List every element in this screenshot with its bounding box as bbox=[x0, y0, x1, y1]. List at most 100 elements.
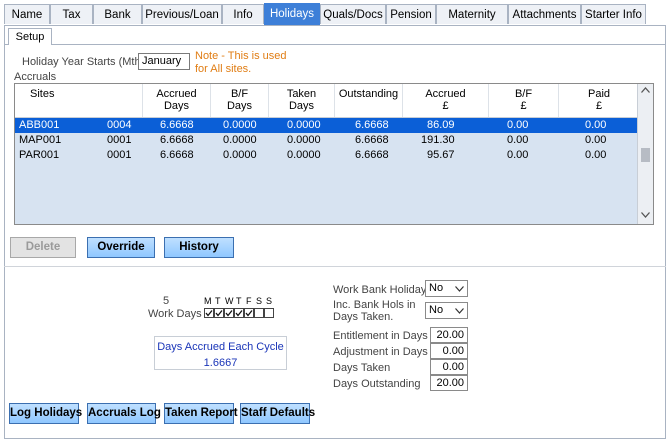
tab-tax[interactable]: Tax bbox=[50, 4, 93, 24]
subtab-setup[interactable]: Setup bbox=[8, 28, 52, 45]
col-header-line: Accrued bbox=[156, 88, 197, 100]
cell-taken-days: 0.0000 bbox=[287, 134, 321, 146]
tab-previous-loan[interactable]: Previous/Loan bbox=[142, 4, 222, 24]
cell-accrued-amount: 86.09 bbox=[427, 119, 455, 131]
history-button[interactable]: History bbox=[164, 237, 234, 258]
tab-bar: Name Tax Bank Previous/Loan Info Holiday… bbox=[4, 3, 666, 41]
day-checkbox[interactable] bbox=[244, 308, 254, 318]
col-header-line: £ bbox=[442, 100, 449, 112]
scroll-down-icon[interactable] bbox=[641, 212, 650, 218]
scroll-up-icon[interactable] bbox=[641, 87, 650, 93]
table-row[interactable]: ABB001 0004 6.6668 0.0000 0.0000 6.6668 … bbox=[15, 118, 639, 133]
cell-bf-amount: 0.00 bbox=[507, 119, 529, 131]
col-header-sites[interactable]: Sites bbox=[15, 84, 143, 117]
work-days-selector: M T W T F S S bbox=[204, 296, 280, 322]
staff-defaults-button[interactable]: Staff Defaults bbox=[240, 403, 315, 424]
col-header-accrued-amount[interactable]: Accrued £ bbox=[403, 84, 489, 117]
tab-maternity-pay[interactable]: Maternity Pay bbox=[436, 4, 508, 41]
taken-report-button[interactable]: Taken Report bbox=[164, 403, 238, 424]
cell-outstanding: 6.6668 bbox=[355, 134, 389, 146]
cell-code: 0004 bbox=[107, 119, 132, 131]
inc-bank-hols-line-1: Inc. Bank Hols in bbox=[333, 299, 416, 311]
day-checkbox[interactable] bbox=[224, 308, 234, 318]
tab-starter-info[interactable]: Starter Info bbox=[581, 4, 646, 24]
day-letter: T bbox=[215, 296, 221, 306]
tab-info[interactable]: Info bbox=[222, 4, 264, 24]
holiday-year-input[interactable]: January bbox=[138, 53, 190, 70]
cell-bf-days: 0.0000 bbox=[223, 149, 257, 161]
work-days-label: Work Days bbox=[148, 308, 202, 320]
day-checkbox[interactable] bbox=[204, 308, 214, 318]
col-header-line: Days bbox=[163, 100, 190, 112]
cell-accrued-amount: 95.67 bbox=[427, 149, 455, 161]
entitlement-field[interactable]: 20.00 bbox=[430, 327, 468, 343]
days-taken-field[interactable]: 0.00 bbox=[430, 359, 468, 375]
cell-taken-days: 0.0000 bbox=[287, 149, 321, 161]
cell-outstanding: 6.6668 bbox=[355, 149, 389, 161]
day-checkbox[interactable] bbox=[264, 308, 274, 318]
cell-paid-amount: 0.00 bbox=[585, 134, 607, 146]
tab-attachments[interactable]: Attachments bbox=[508, 4, 581, 24]
days-taken-label: Days Taken bbox=[333, 362, 391, 374]
cell-accrued-days: 6.6668 bbox=[160, 149, 194, 161]
work-bank-holidays-select[interactable]: No bbox=[425, 280, 468, 297]
cell-bf-amount: 0.00 bbox=[507, 149, 529, 161]
col-header-paid-amount[interactable]: Paid £ bbox=[559, 84, 639, 117]
cell-site: ABB001 bbox=[19, 119, 60, 131]
day-checkbox[interactable] bbox=[214, 308, 224, 318]
tab-quals-docs[interactable]: Quals/Docs bbox=[320, 4, 386, 24]
adjustment-field[interactable]: 0.00 bbox=[430, 343, 468, 359]
note-line-2: for All sites. bbox=[195, 63, 252, 75]
entitlement-label: Entitlement in Days bbox=[333, 330, 428, 342]
accruals-grid[interactable]: Sites Accrued Days B/F Days Taken Days O… bbox=[14, 83, 654, 225]
col-header-line: Accrued bbox=[425, 88, 466, 100]
cell-outstanding: 6.6668 bbox=[355, 119, 389, 131]
section-divider bbox=[4, 266, 666, 267]
accruals-log-button[interactable]: Accruals Log bbox=[87, 403, 161, 424]
table-row[interactable]: PAR001 0001 6.6668 0.0000 0.0000 6.6668 … bbox=[15, 148, 639, 163]
tab-bank[interactable]: Bank bbox=[93, 4, 142, 24]
col-header-taken-days[interactable]: Taken Days bbox=[269, 84, 335, 117]
accruals-section-label: Accruals bbox=[14, 71, 57, 83]
cell-site: MAP001 bbox=[19, 134, 62, 146]
col-header-line: Days bbox=[226, 100, 253, 112]
table-row[interactable]: MAP001 0001 6.6668 0.0000 0.0000 6.6668 … bbox=[15, 133, 639, 148]
inc-bank-hols-line-2: Days Taken. bbox=[333, 311, 394, 323]
day-letter: W bbox=[225, 296, 234, 306]
col-header-line: Sites bbox=[30, 88, 55, 100]
col-header-line: £ bbox=[520, 100, 527, 112]
day-checkbox[interactable] bbox=[234, 308, 244, 318]
cell-site: PAR001 bbox=[19, 149, 60, 161]
col-header-bf-days[interactable]: B/F Days bbox=[211, 84, 269, 117]
day-checkbox[interactable] bbox=[254, 308, 264, 318]
delete-button[interactable]: Delete bbox=[10, 237, 76, 258]
override-button[interactable]: Override bbox=[87, 237, 155, 258]
scrollbar-thumb[interactable] bbox=[641, 148, 650, 162]
work-bank-holidays-label: Work Bank Holidays bbox=[333, 284, 432, 296]
col-header-bf-amount[interactable]: B/F £ bbox=[489, 84, 559, 117]
tab-pension[interactable]: Pension bbox=[386, 4, 436, 24]
day-letter: T bbox=[236, 296, 242, 306]
col-header-line: B/F bbox=[230, 88, 249, 100]
inc-bank-hols-select[interactable]: No bbox=[425, 302, 468, 319]
cycle-label: Days Accrued Each Cycle bbox=[157, 341, 284, 353]
day-letter: F bbox=[246, 296, 252, 306]
col-header-line: B/F bbox=[514, 88, 533, 100]
grid-header: Sites Accrued Days B/F Days Taken Days O… bbox=[15, 84, 639, 118]
col-header-outstanding[interactable]: Outstanding bbox=[335, 84, 403, 117]
note-line-1: Note - This is used bbox=[195, 50, 287, 62]
tab-holidays[interactable]: Holidays bbox=[264, 3, 320, 25]
cell-accrued-amount: 191.30 bbox=[421, 134, 455, 146]
day-letter: S bbox=[256, 296, 263, 306]
cell-paid-amount: 0.00 bbox=[585, 149, 607, 161]
col-header-line: Days bbox=[288, 100, 315, 112]
cycle-value: 1.6667 bbox=[203, 357, 238, 369]
col-header-accrued-days[interactable]: Accrued Days bbox=[143, 84, 211, 117]
tab-name[interactable]: Name bbox=[4, 4, 50, 24]
cell-accrued-days: 6.6668 bbox=[160, 119, 194, 131]
days-outstanding-field[interactable]: 20.00 bbox=[430, 375, 468, 391]
log-holidays-button[interactable]: Log Holidays bbox=[9, 403, 82, 424]
grid-vertical-scrollbar[interactable] bbox=[637, 84, 653, 224]
adjustment-label: Adjustment in Days bbox=[333, 346, 428, 358]
inc-bank-hols-label: Inc. Bank Hols in Days Taken. bbox=[333, 299, 416, 323]
